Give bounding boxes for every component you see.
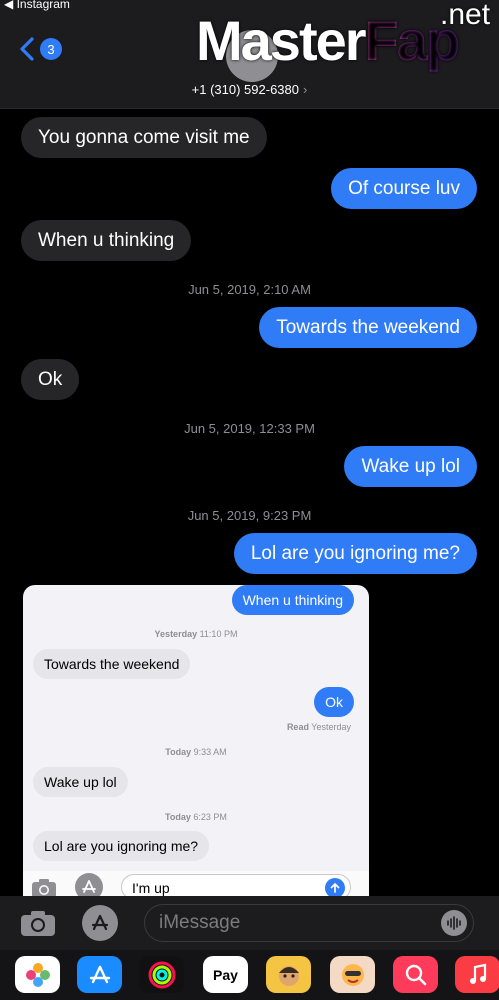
send-arrow-icon [325, 878, 345, 898]
conversation-header: ◀ Instagram 3 +1 (310) 592-6380 › MasterF… [0, 0, 499, 109]
contact-name[interactable]: +1 (310) 592-6380 › [0, 82, 499, 97]
back-button[interactable]: 3 [18, 36, 62, 62]
unread-count-badge: 3 [40, 38, 62, 60]
camera-icon[interactable] [19, 909, 57, 937]
screenshot-timestamp: Today 6:23 PM [165, 812, 227, 822]
chevron-right-icon: › [303, 82, 308, 97]
attached-screenshot-image[interactable]: When u thinking Yesterday 11:10 PM Towar… [23, 585, 369, 910]
message-bubble-outgoing[interactable]: Lol are you ignoring me? [233, 533, 477, 574]
photos-app-icon[interactable] [15, 956, 60, 993]
message-bubble-outgoing[interactable]: Towards the weekend [259, 307, 477, 348]
screenshot-bubble-outgoing: When u thinking [231, 585, 354, 615]
app-store-icon[interactable] [82, 905, 118, 941]
watermark-master: Master [196, 9, 367, 72]
screenshot-bubble-incoming: Lol are you ignoring me? [33, 831, 210, 861]
app-store-icon[interactable] [77, 956, 122, 993]
message-timestamp: Jun 5, 2019, 12:33 PM [184, 421, 315, 436]
audio-waveform-icon[interactable] [441, 910, 467, 936]
web-search-icon[interactable] [393, 956, 438, 993]
message-bubble-outgoing[interactable]: Of course luv [331, 168, 477, 209]
message-bubble-incoming[interactable]: Ok [21, 359, 80, 400]
screenshot-read-receipt: Read Yesterday [286, 722, 351, 732]
screenshot-input-value: I'm up [132, 880, 170, 896]
apple-pay-icon[interactable]: Pay [203, 956, 248, 993]
imessage-input[interactable]: iMessage [144, 904, 474, 942]
message-timestamp: Jun 5, 2019, 9:23 PM [187, 508, 312, 523]
animoji-icon[interactable] [330, 956, 375, 993]
message-bubble-incoming[interactable]: You gonna come visit me [21, 117, 267, 158]
screenshot-bubble-incoming: Wake up lol [33, 767, 128, 797]
apple-pay-label: Pay [213, 966, 238, 983]
watermark-logo: MasterFap .net [196, 0, 490, 73]
screenshot-timestamp: Today 9:33 AM [165, 747, 227, 757]
compose-bar: iMessage [0, 896, 499, 950]
screenshot-bubble-incoming: Towards the weekend [33, 649, 191, 679]
watermark-net: .net [440, 0, 491, 31]
imessage-app-drawer: Pay [0, 950, 499, 1000]
imessage-placeholder: iMessage [159, 912, 241, 933]
screenshot-bubble-outgoing: Ok [314, 687, 354, 717]
screenshot-timestamp: Yesterday 11:10 PM [154, 629, 238, 639]
message-bubble-incoming[interactable]: When u thinking [21, 220, 192, 261]
contact-number: +1 (310) 592-6380 [191, 82, 299, 97]
message-bubble-outgoing[interactable]: Wake up lol [344, 446, 477, 487]
memoji-icon[interactable] [266, 956, 311, 993]
activity-icon[interactable] [139, 956, 184, 993]
status-back-to-instagram[interactable]: ◀ Instagram [4, 0, 70, 11]
music-icon[interactable] [455, 956, 499, 993]
chevron-left-icon [20, 37, 34, 61]
message-timestamp: Jun 5, 2019, 2:10 AM [188, 282, 311, 297]
